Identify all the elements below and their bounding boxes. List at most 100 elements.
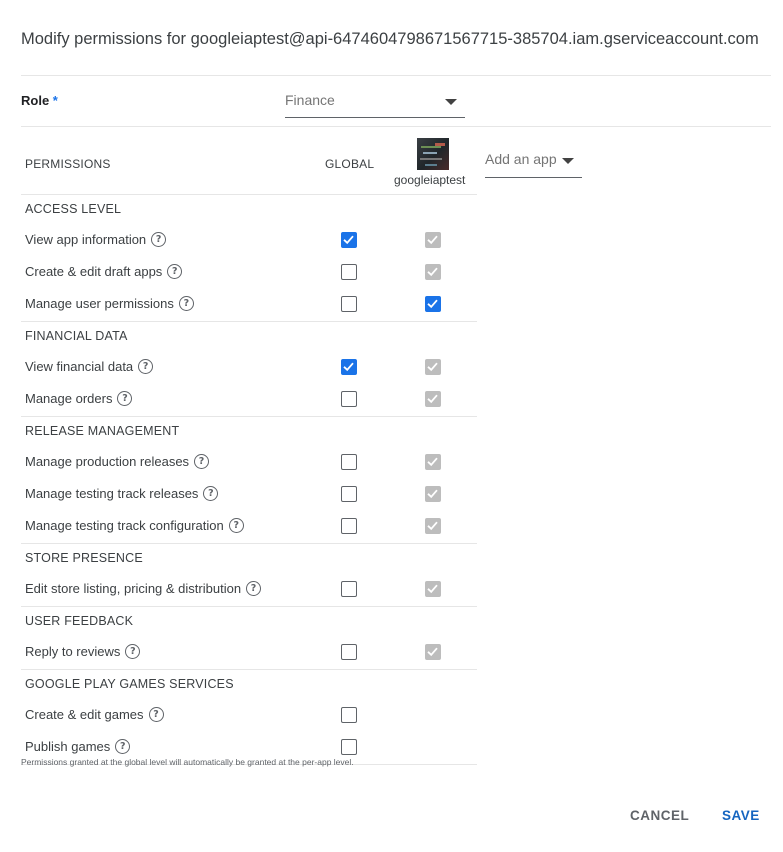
check-icon [427, 235, 438, 245]
permission-row-label: Manage testing track releases? [25, 486, 219, 501]
global-permission-checkbox[interactable] [341, 581, 357, 597]
section-header: RELEASE MANAGEMENT [25, 424, 180, 438]
section-header: ACCESS LEVEL [25, 202, 122, 216]
permission-row-label: Edit store listing, pricing & distributi… [25, 581, 262, 596]
caret-down-icon [445, 99, 457, 105]
divider [21, 543, 477, 544]
check-icon [343, 235, 354, 245]
check-icon [427, 299, 438, 309]
app-column-header: googleiaptest [394, 173, 466, 187]
divider [21, 321, 477, 322]
help-circle-icon[interactable]: ? [148, 707, 164, 722]
app-permission-checkbox[interactable] [425, 296, 441, 312]
permission-row-label: Create & edit games? [25, 707, 164, 722]
help-circle-icon[interactable]: ? [228, 518, 244, 533]
permission-label: Publish games [25, 739, 111, 754]
help-circle-icon[interactable]: ? [246, 581, 262, 596]
check-icon [427, 362, 438, 372]
app-permission-checkbox [425, 644, 441, 660]
role-select[interactable]: Finance [285, 86, 465, 118]
app-permission-checkbox [425, 264, 441, 280]
permission-row-label: Manage orders? [25, 391, 133, 406]
check-icon [427, 647, 438, 657]
permission-row-label: Manage user permissions? [25, 296, 194, 311]
role-label: Role * [21, 93, 58, 108]
divider [21, 126, 771, 127]
permission-label: Manage testing track releases [25, 486, 199, 501]
app-permission-checkbox [425, 359, 441, 375]
help-circle-icon[interactable]: ? [138, 359, 154, 374]
caret-down-icon [562, 158, 574, 164]
check-icon [427, 394, 438, 404]
required-mark: * [52, 93, 58, 108]
help-circle-icon[interactable]: ? [167, 264, 183, 279]
add-app-select[interactable]: Add an app [485, 145, 582, 178]
footnote: Permissions granted at the global level … [21, 757, 354, 767]
global-permission-checkbox[interactable] [341, 454, 357, 470]
global-permission-checkbox[interactable] [341, 486, 357, 502]
app-permission-checkbox [425, 518, 441, 534]
permission-row-label: View app information? [25, 232, 167, 247]
permission-label: Edit store listing, pricing & distributi… [25, 581, 242, 596]
divider [21, 416, 477, 417]
permission-label: Reply to reviews [25, 644, 121, 659]
global-permission-checkbox[interactable] [341, 264, 357, 280]
divider [21, 75, 771, 76]
permission-row-label: View financial data? [25, 359, 154, 374]
check-icon [343, 362, 354, 372]
help-circle-icon[interactable]: ? [117, 391, 133, 406]
help-circle-icon[interactable]: ? [178, 296, 194, 311]
section-header: GOOGLE PLAY GAMES SERVICES [25, 677, 234, 691]
divider [21, 606, 477, 607]
role-select-value: Finance [285, 92, 335, 108]
help-circle-icon[interactable]: ? [125, 644, 141, 659]
dialog-title: Modify permissions for googleiaptest@api… [21, 30, 759, 48]
check-icon [427, 267, 438, 277]
section-header: USER FEEDBACK [25, 614, 134, 628]
permission-label: Manage user permissions [25, 296, 174, 311]
global-permission-checkbox[interactable] [341, 296, 357, 312]
permission-row-label: Manage production releases? [25, 454, 210, 469]
global-permission-checkbox[interactable] [341, 707, 357, 723]
save-button[interactable]: SAVE [722, 808, 760, 823]
global-permission-checkbox[interactable] [341, 359, 357, 375]
app-permission-checkbox [425, 391, 441, 407]
cancel-button[interactable]: CANCEL [630, 808, 689, 823]
global-permission-checkbox[interactable] [341, 518, 357, 534]
global-permission-checkbox[interactable] [341, 391, 357, 407]
app-permission-checkbox [425, 486, 441, 502]
check-icon [427, 489, 438, 499]
permission-row-label: Manage testing track configuration? [25, 518, 244, 533]
permission-label: Create & edit draft apps [25, 264, 163, 279]
add-app-placeholder: Add an app [485, 151, 557, 167]
divider [21, 194, 477, 195]
app-permission-checkbox [425, 232, 441, 248]
permission-label: View app information [25, 232, 147, 247]
help-circle-icon[interactable]: ? [194, 454, 210, 469]
check-icon [427, 521, 438, 531]
help-circle-icon[interactable]: ? [203, 486, 219, 501]
permission-label: View financial data [25, 359, 134, 374]
permission-label: Manage testing track configuration [25, 518, 224, 533]
section-header: FINANCIAL DATA [25, 329, 128, 343]
permission-row-label: Reply to reviews? [25, 644, 141, 659]
permissions-column-header: PERMISSIONS [25, 157, 111, 171]
permission-label: Manage orders [25, 391, 113, 406]
permission-label: Create & edit games [25, 707, 144, 722]
divider [21, 669, 477, 670]
app-permission-checkbox [425, 454, 441, 470]
help-circle-icon[interactable]: ? [151, 232, 167, 247]
check-icon [427, 457, 438, 467]
global-permission-checkbox[interactable] [341, 739, 357, 755]
section-header: STORE PRESENCE [25, 551, 143, 565]
permission-row-label: Publish games? [25, 739, 131, 754]
check-icon [427, 584, 438, 594]
app-permission-checkbox [425, 581, 441, 597]
global-column-header: GLOBAL [325, 157, 375, 171]
global-permission-checkbox[interactable] [341, 232, 357, 248]
app-icon [417, 138, 449, 170]
global-permission-checkbox[interactable] [341, 644, 357, 660]
help-circle-icon[interactable]: ? [115, 739, 131, 754]
permission-label: Manage production releases [25, 454, 190, 469]
permission-row-label: Create & edit draft apps? [25, 264, 183, 279]
